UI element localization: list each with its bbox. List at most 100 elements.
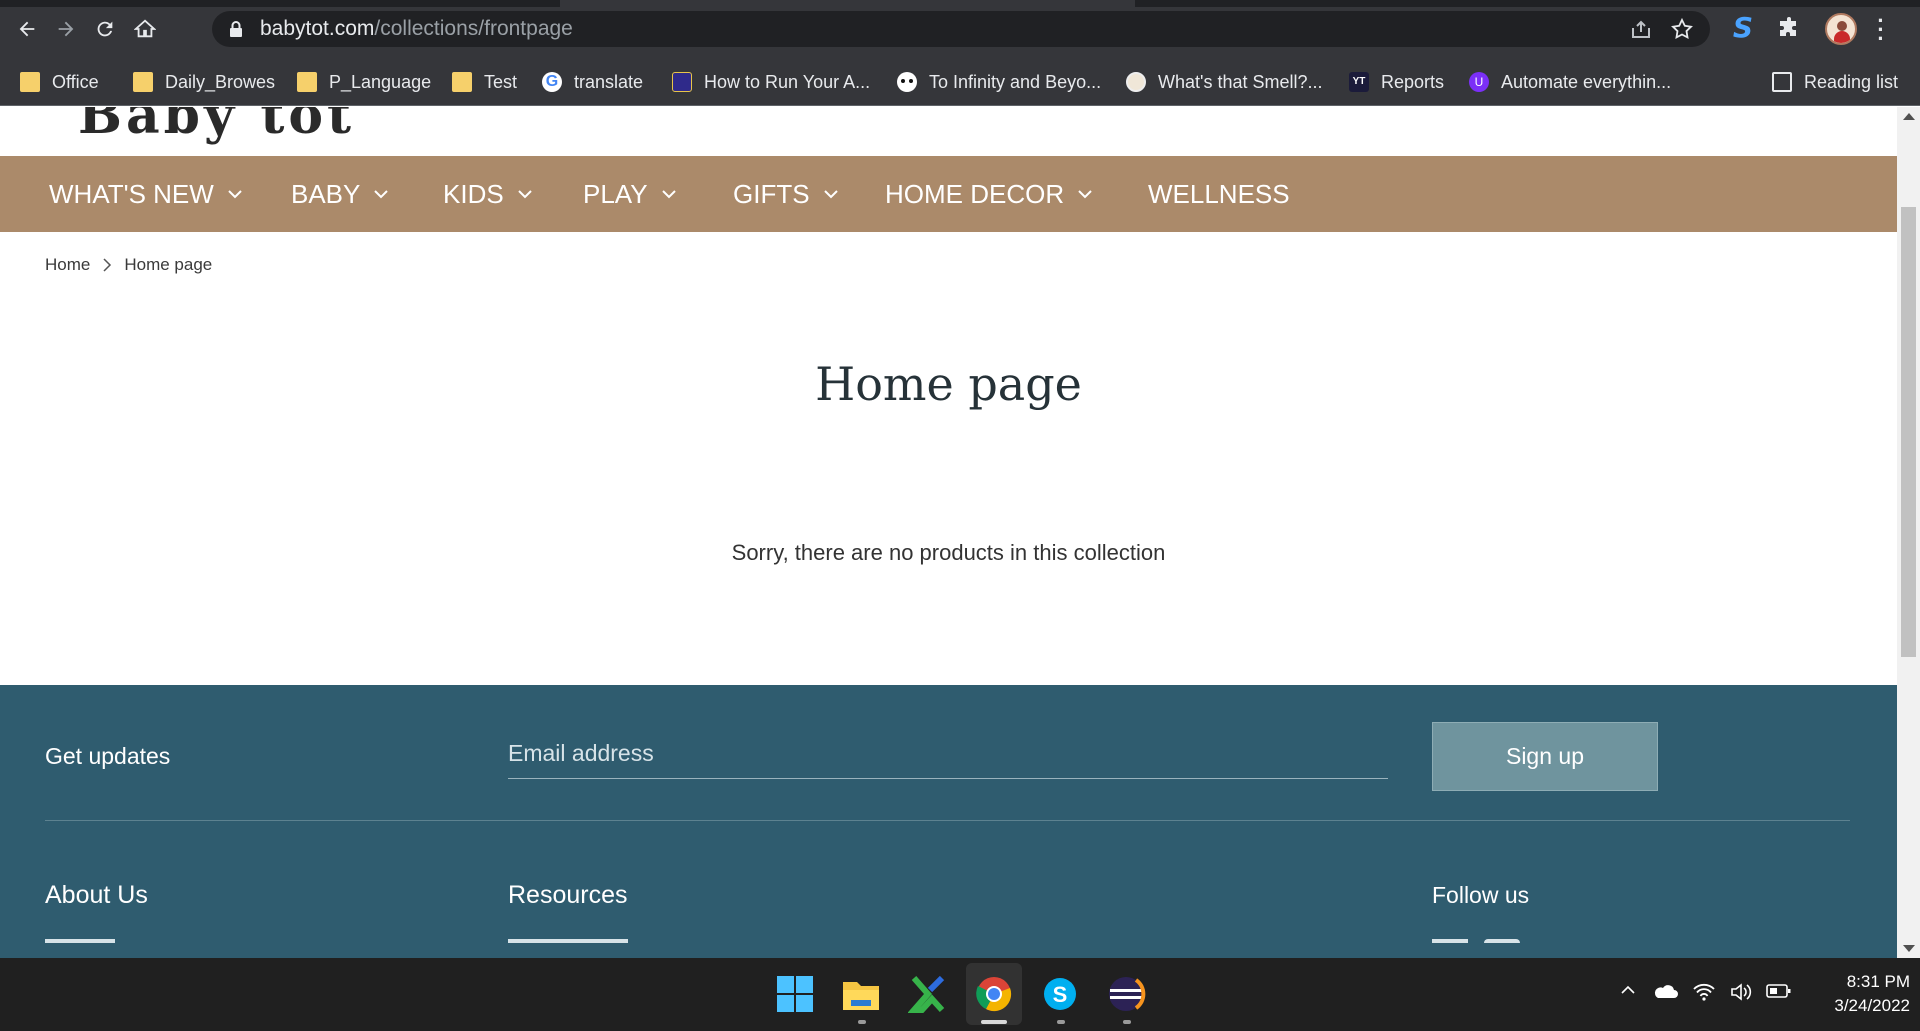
bookmark-star-icon[interactable] [1670,17,1694,41]
page-title: Home page [815,357,1082,411]
chevron-down-icon [374,189,389,198]
chevron-down-icon [228,189,242,198]
skype-icon[interactable]: S [1040,974,1080,1014]
back-icon[interactable] [12,14,42,44]
bookmark-label: Test [484,71,518,92]
share-icon[interactable] [1630,19,1652,39]
breadcrumb-home-link[interactable]: Home [45,255,90,275]
lock-icon[interactable] [228,20,244,38]
menu-baby[interactable]: BABY [291,156,389,232]
profile-avatar[interactable] [1825,13,1857,45]
menu-whats-new[interactable]: WHAT'S NEW [49,156,242,232]
smell-icon [1126,72,1146,92]
scrollbar-thumb[interactable] [1901,207,1916,657]
running-indicator [1057,1020,1065,1024]
bookmark-reports[interactable]: YT Reports [1349,58,1444,106]
menu-play[interactable]: PLAY [583,156,676,232]
menu-label: KIDS [443,179,504,209]
bookmark-label: Office [52,71,99,92]
menu-wellness[interactable]: WELLNESS [1148,156,1290,232]
eclipse-icon[interactable] [1106,974,1146,1014]
footer-divider [45,820,1850,821]
clock-time: 8:31 PM [1846,972,1910,991]
running-indicator [1123,1020,1131,1024]
bookmark-label: Reports [1381,71,1445,92]
bookmark-test[interactable]: Test [452,58,517,106]
menu-label: GIFTS [733,179,810,209]
clock-date: 3/24/2022 [1834,996,1910,1015]
folder-icon [452,72,472,92]
tab-strip [0,0,1920,7]
browser-menu-icon[interactable]: · · · [1876,10,1886,50]
social-icon-cutoff[interactable] [1484,939,1520,943]
main-menu: WHAT'S NEW BABY KIDS PLAY GIFTS HOME DEC… [0,156,1897,232]
page-viewport: Baby tot WHAT'S NEW BABY KIDS PLAY GIFTS… [0,107,1897,958]
browser-toolbar: babytot.com/collections/frontpage S · · · [0,0,1920,58]
yt-icon: YT [1349,72,1369,92]
folder-icon [20,72,40,92]
signup-button[interactable]: Sign up [1432,722,1658,791]
shield-icon [672,72,692,92]
reading-list-button[interactable]: Reading list [1772,58,1898,106]
bookmark-label: translate [574,71,644,92]
bookmark-whats-that-smell[interactable]: What's that Smell?... [1126,58,1323,106]
onedrive-cloud-icon[interactable] [1652,982,1678,1000]
bookmark-label: To Infinity and Beyo... [929,71,1102,92]
follow-us-heading: Follow us [1432,882,1530,908]
system-clock[interactable]: 8:31 PM 3/24/2022 [1800,970,1910,1018]
bookmark-automate[interactable]: U Automate everythin... [1469,58,1671,106]
folder-icon [133,72,153,92]
chevron-up-icon[interactable] [1620,982,1636,998]
extensions-puzzle-icon[interactable] [1777,16,1801,40]
address-bar[interactable]: babytot.com/collections/frontpage [212,11,1710,47]
xmind-icon[interactable] [908,974,948,1014]
forward-icon[interactable] [51,14,81,44]
bookmark-label: How to Run Your A... [704,71,871,92]
bookmark-translate[interactable]: Gtranslate [542,58,643,106]
svg-text:S: S [1053,982,1068,1007]
scroll-down-arrow-icon[interactable] [1903,945,1915,952]
volume-icon[interactable] [1729,982,1753,1002]
bookmark-p-language[interactable]: P_Language [297,58,431,106]
footer: Get updates Email address Sign up About … [0,685,1897,958]
running-indicator [858,1020,866,1024]
bookmark-daily-browes[interactable]: Daily_Browes [133,58,275,106]
footer-link-cutoff[interactable] [45,939,115,943]
page-scrollbar[interactable] [1897,107,1920,958]
menu-label: WELLNESS [1148,179,1290,209]
scroll-up-arrow-icon[interactable] [1903,113,1915,120]
social-icon-cutoff[interactable] [1432,939,1468,943]
bookmark-how-to-run[interactable]: How to Run Your A... [672,58,870,106]
home-icon[interactable] [130,14,160,44]
google-icon: G [542,72,562,92]
chevron-down-icon [823,189,838,198]
battery-icon[interactable] [1766,982,1792,1000]
bookmark-label: P_Language [329,71,432,92]
bookmark-label: Automate everythin... [1501,71,1672,92]
chevron-right-icon [103,258,112,272]
site-logo[interactable]: Baby tot [78,107,355,146]
footer-link-cutoff[interactable] [508,939,628,943]
extension-s-icon[interactable]: S [1730,14,1756,42]
menu-label: HOME DECOR [885,179,1065,209]
menu-kids[interactable]: KIDS [443,156,532,232]
active-indicator [981,1020,1007,1024]
menu-gifts[interactable]: GIFTS [733,156,838,232]
reload-icon[interactable] [90,14,120,44]
chevron-down-icon [1078,189,1092,198]
email-field[interactable]: Email address [508,733,1388,779]
windows-start-icon[interactable] [775,974,815,1014]
url-text[interactable]: babytot.com/collections/frontpage [260,11,573,47]
resources-heading: Resources [508,881,628,909]
bookmark-office[interactable]: Office [20,58,99,106]
about-us-heading: About Us [45,881,148,909]
reading-list-label: Reading list [1804,71,1899,92]
folder-icon [297,72,317,92]
wifi-icon[interactable] [1692,982,1716,1002]
bookmark-to-infinity[interactable]: To Infinity and Beyo... [897,58,1101,106]
menu-home-decor[interactable]: HOME DECOR [885,156,1092,232]
file-explorer-icon[interactable] [841,974,881,1014]
chrome-icon[interactable] [974,974,1014,1014]
chevron-down-icon [661,189,676,198]
reading-list-icon [1772,72,1792,92]
